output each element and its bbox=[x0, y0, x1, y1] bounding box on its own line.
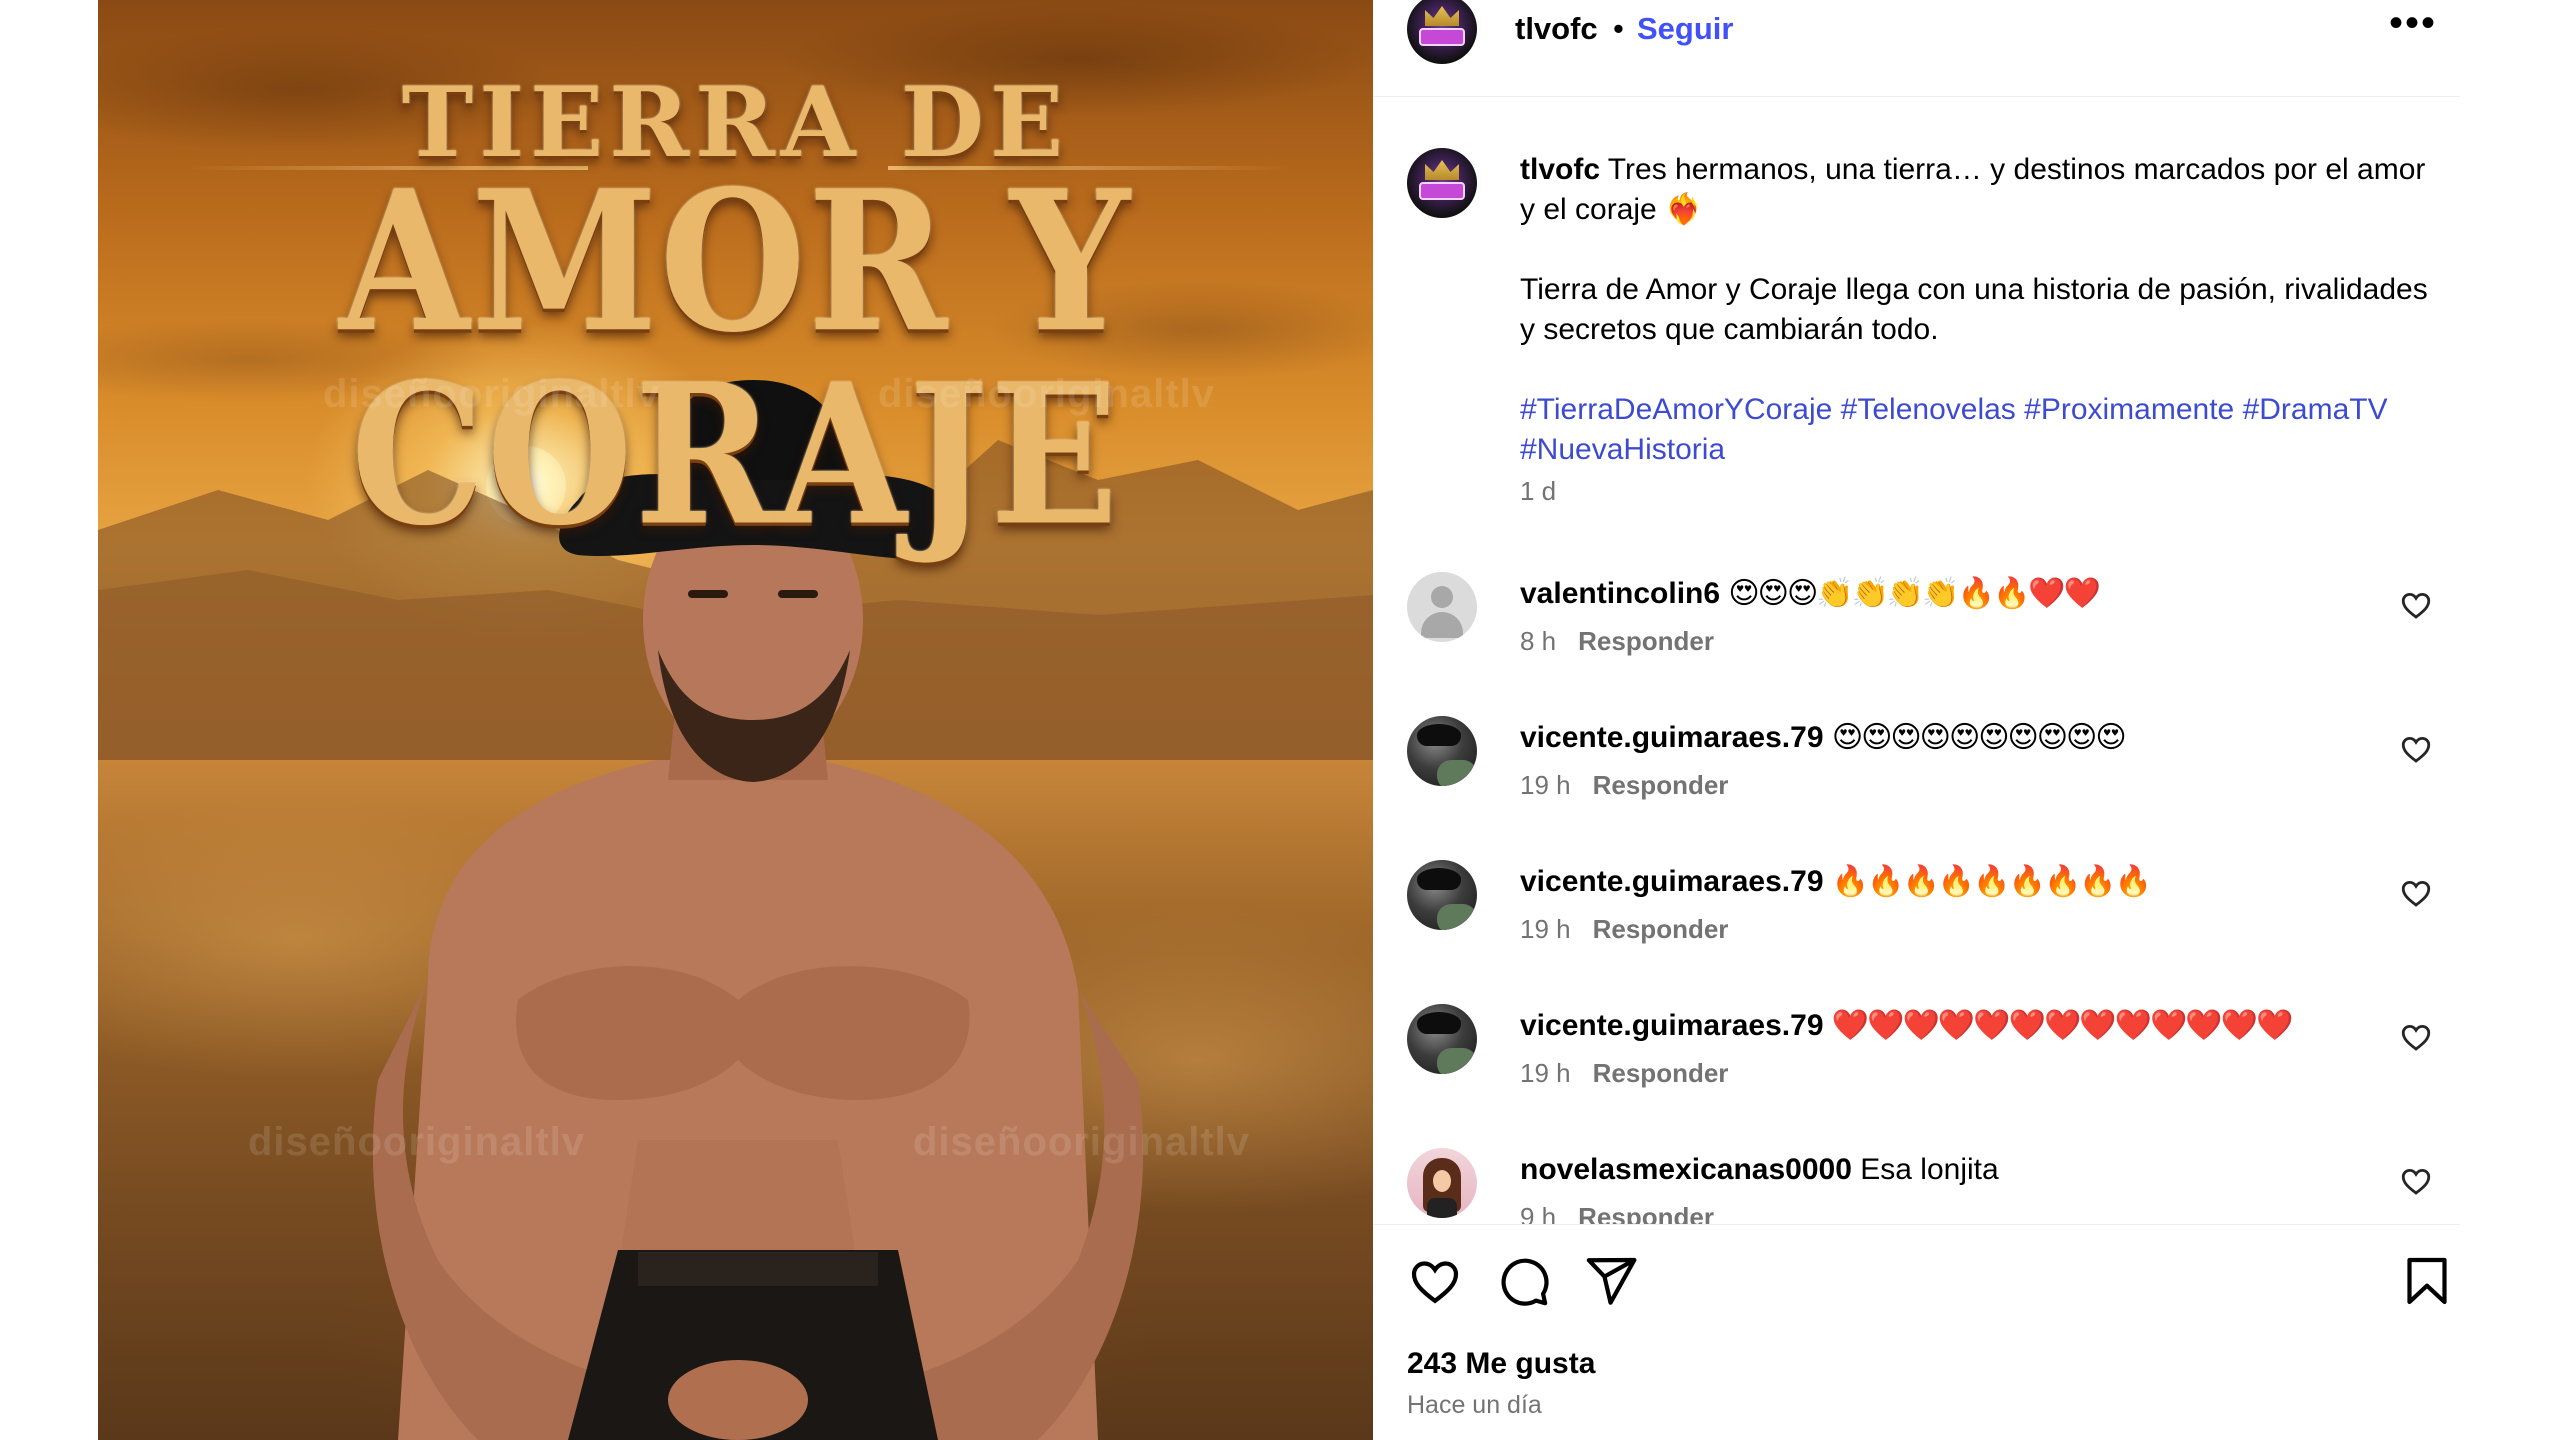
comment-meta: 19 h Responder bbox=[1520, 770, 1728, 801]
caption-text: tlvofc Tres hermanos, una tierra… y dest… bbox=[1520, 150, 2430, 470]
comment-time: 19 h bbox=[1520, 770, 1571, 800]
commenter-username[interactable]: vicente.guimaraes.79 bbox=[1520, 865, 1824, 898]
watermark: diseñooriginaltlv bbox=[323, 372, 661, 416]
heart-icon[interactable] bbox=[2399, 732, 2433, 766]
post-date: Hace un día bbox=[1407, 1391, 1542, 1419]
hashtag-link[interactable]: #NuevaHistoria bbox=[1520, 433, 1725, 466]
share-icon[interactable] bbox=[1583, 1253, 1639, 1309]
watermark: diseñooriginaltlv bbox=[248, 1120, 586, 1164]
reply-button[interactable]: Responder bbox=[1593, 914, 1729, 944]
commenter-avatar[interactable] bbox=[1407, 1148, 1477, 1218]
reply-button[interactable]: Responder bbox=[1593, 1058, 1729, 1088]
comment-item: vicente.guimaraes.79 🔥🔥🔥🔥🔥🔥🔥🔥🔥 19 h Respo… bbox=[1373, 860, 2460, 990]
comment-meta: 19 h Responder bbox=[1520, 914, 1728, 945]
comment-meta: 9 h Responder bbox=[1520, 1202, 1714, 1224]
likes-count[interactable]: 243 Me gusta bbox=[1407, 1347, 1595, 1381]
comment-time: 19 h bbox=[1520, 914, 1571, 944]
comment-line: novelasmexicanas0000 Esa lonjita bbox=[1520, 1150, 1999, 1190]
commenter-username[interactable]: novelasmexicanas0000 bbox=[1520, 1153, 1852, 1186]
reply-button[interactable]: Responder bbox=[1593, 770, 1729, 800]
comment-text: 😍😍😍😍😍😍😍😍😍😍 bbox=[1831, 721, 2127, 754]
separator-dot: • bbox=[1613, 11, 1624, 46]
comment-line: vicente.guimaraes.79 🔥🔥🔥🔥🔥🔥🔥🔥🔥 bbox=[1520, 862, 2152, 902]
caption-timestamp: 1 d bbox=[1520, 476, 1557, 506]
comment-item: novelasmexicanas0000 Esa lonjita 9 h Resp… bbox=[1373, 1148, 2460, 1224]
watermark: diseñooriginaltlv bbox=[913, 1120, 1251, 1164]
comment-line: valentincolin6 😍😍😍👏👏👏👏🔥🔥❤️❤️ bbox=[1520, 574, 2101, 614]
comment-time: 19 h bbox=[1520, 1058, 1571, 1088]
comment-time: 9 h bbox=[1520, 1202, 1557, 1224]
poster-title: TIERRA DE AMOR Y CORAJE bbox=[98, 70, 1373, 551]
commenter-avatar[interactable] bbox=[1407, 1004, 1477, 1074]
commenter-avatar[interactable] bbox=[1407, 860, 1477, 930]
heart-icon[interactable] bbox=[2399, 1164, 2433, 1198]
comments-scroll-area[interactable]: tlvofc Tres hermanos, una tierra… y dest… bbox=[1373, 98, 2460, 1224]
comment-item: vicente.guimaraes.79 😍😍😍😍😍😍😍😍😍😍 19 h Resp… bbox=[1373, 716, 2460, 846]
heart-icon[interactable] bbox=[1407, 1253, 1463, 1309]
comment-text: Esa lonjita bbox=[1860, 1153, 1999, 1186]
author-avatar[interactable] bbox=[1407, 0, 1477, 64]
heart-icon[interactable] bbox=[2399, 588, 2433, 622]
crown-icon bbox=[1425, 160, 1459, 180]
commenter-avatar[interactable] bbox=[1407, 716, 1477, 786]
commenter-username[interactable]: vicente.guimaraes.79 bbox=[1520, 721, 1824, 754]
caption-line1: Tres hermanos, una tierra… y destinos ma… bbox=[1520, 153, 2426, 226]
more-horizontal-icon[interactable]: ••• bbox=[2383, 3, 2443, 48]
crown-icon bbox=[1425, 6, 1459, 26]
poster-title-line2: AMOR Y CORAJE bbox=[339, 147, 1132, 569]
heart-icon[interactable] bbox=[2399, 1020, 2433, 1054]
post-action-bar: 243 Me gusta Hace un día bbox=[1373, 1224, 2460, 1440]
caption-hashtags: #TierraDeAmorYCoraje #Telenovelas #Proxi… bbox=[1520, 390, 2430, 470]
comment-text: 😍😍😍👏👏👏👏🔥🔥❤️❤️ bbox=[1728, 577, 2101, 610]
comment-line: vicente.guimaraes.79 😍😍😍😍😍😍😍😍😍😍 bbox=[1520, 718, 2127, 758]
caption-line2: Tierra de Amor y Coraje llega con una hi… bbox=[1520, 273, 2428, 346]
hashtag-link[interactable]: #DramaTV bbox=[2243, 393, 2388, 426]
comment-meta: 19 h Responder bbox=[1520, 1058, 1728, 1089]
comment-text: 🔥🔥🔥🔥🔥🔥🔥🔥🔥 bbox=[1831, 865, 2152, 898]
post-header: tlvofc • Seguir ••• bbox=[1373, 0, 2460, 97]
author-username[interactable]: tlvofc bbox=[1515, 11, 1598, 47]
caption-username[interactable]: tlvofc bbox=[1520, 153, 1600, 186]
hashtag-link[interactable]: #TierraDeAmorYCoraje bbox=[1520, 393, 1832, 426]
hashtag-link[interactable]: #Telenovelas bbox=[1841, 393, 2016, 426]
reply-button[interactable]: Responder bbox=[1578, 1202, 1714, 1224]
comment-line: vicente.guimaraes.79 ❤️❤️❤️❤️❤️❤️❤️❤️❤️❤… bbox=[1520, 1006, 2294, 1046]
comment-item: vicente.guimaraes.79 ❤️❤️❤️❤️❤️❤️❤️❤️❤️❤… bbox=[1373, 1004, 2460, 1134]
post-image[interactable]: TIERRA DE AMOR Y CORAJE diseñooriginaltl… bbox=[98, 0, 1373, 1440]
post-side-panel: tlvofc • Seguir ••• tlvofc Tres hermanos… bbox=[1373, 0, 2460, 1440]
follow-button[interactable]: Seguir bbox=[1637, 11, 1733, 47]
reply-button[interactable]: Responder bbox=[1578, 626, 1714, 656]
heart-icon[interactable] bbox=[2399, 876, 2433, 910]
watermark: diseñooriginaltlv bbox=[878, 372, 1216, 416]
comment-meta: 8 h Responder bbox=[1520, 626, 1714, 657]
comment-icon[interactable] bbox=[1495, 1253, 1551, 1309]
commenter-avatar[interactable] bbox=[1407, 572, 1477, 642]
comment-time: 8 h bbox=[1520, 626, 1557, 656]
bookmark-icon[interactable] bbox=[2399, 1253, 2455, 1309]
caption-author-avatar[interactable] bbox=[1407, 148, 1477, 218]
comment-item: valentincolin6 😍😍😍👏👏👏👏🔥🔥❤️❤️ 8 h Responde… bbox=[1373, 572, 2460, 702]
comment-text: ❤️❤️❤️❤️❤️❤️❤️❤️❤️❤️❤️❤️❤️ bbox=[1831, 1009, 2294, 1042]
commenter-username[interactable]: vicente.guimaraes.79 bbox=[1520, 1009, 1824, 1042]
hashtag-link[interactable]: #Proximamente bbox=[2024, 393, 2234, 426]
commenter-username[interactable]: valentincolin6 bbox=[1520, 577, 1720, 610]
